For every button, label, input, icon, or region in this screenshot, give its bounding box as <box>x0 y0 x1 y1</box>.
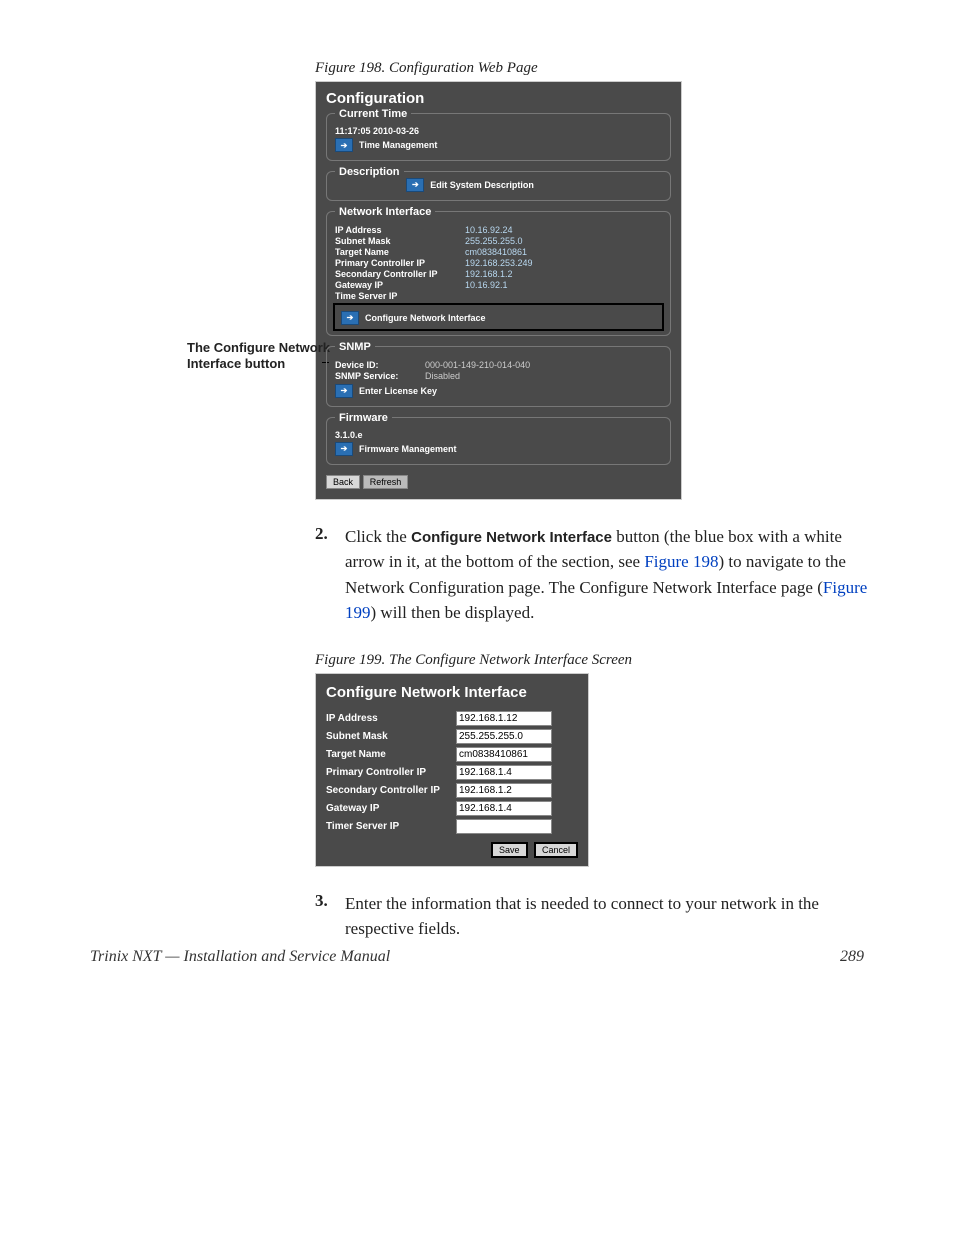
cni-target-label: Target Name <box>326 749 456 760</box>
ip-address-value: 10.16.92.24 <box>465 225 513 235</box>
step-3-text: Enter the information that is needed to … <box>345 891 875 942</box>
figure-199-screenshot: Configure Network Interface IP Address S… <box>315 673 589 867</box>
snmp-section: SNMP Device ID:000-001-149-210-014-040 S… <box>326 346 671 407</box>
primary-controller-label: Primary Controller IP <box>335 258 455 268</box>
configure-network-title: Configure Network Interface <box>326 684 578 701</box>
figure-198-link[interactable]: Figure 198 <box>644 552 718 571</box>
network-interface-legend: Network Interface <box>335 206 435 218</box>
page-number: 289 <box>840 948 864 966</box>
device-id-value: 000-001-149-210-014-040 <box>425 360 530 370</box>
edit-description-button[interactable]: Edit System Description <box>406 178 534 192</box>
ip-address-label: IP Address <box>335 225 455 235</box>
figure-199-caption: Figure 199. The Configure Network Interf… <box>315 652 864 669</box>
enter-license-key-label: Enter License Key <box>359 386 437 396</box>
firmware-legend: Firmware <box>335 412 392 424</box>
secondary-controller-label: Secondary Controller IP <box>335 269 455 279</box>
cni-ip-label: IP Address <box>326 713 456 724</box>
snmp-service-label: SNMP Service: <box>335 371 415 381</box>
cni-secondary-input[interactable] <box>456 783 552 798</box>
arrow-icon <box>341 311 359 325</box>
step-2: 2. Click the Configure Network Interface… <box>315 524 875 626</box>
step-3-number: 3. <box>315 891 345 942</box>
cni-timer-label: Timer Server IP <box>326 821 456 832</box>
firmware-management-button[interactable]: Firmware Management <box>335 442 457 456</box>
time-management-button[interactable]: Time Management <box>335 138 437 152</box>
firmware-version: 3.1.0.e <box>335 430 662 440</box>
enter-license-key-button[interactable]: Enter License Key <box>335 384 437 398</box>
cni-gateway-input[interactable] <box>456 801 552 816</box>
back-button[interactable]: Back <box>326 475 360 489</box>
description-legend: Description <box>335 166 404 178</box>
cni-subnet-input[interactable] <box>456 729 552 744</box>
cancel-button[interactable]: Cancel <box>534 842 578 858</box>
cni-primary-input[interactable] <box>456 765 552 780</box>
figure-198-caption: Figure 198. Configuration Web Page <box>315 60 864 77</box>
target-name-label: Target Name <box>335 247 455 257</box>
cni-timer-input[interactable] <box>456 819 552 834</box>
current-time-section: Current Time 11:17:05 2010-03-26 Time Ma… <box>326 113 671 161</box>
time-management-label: Time Management <box>359 140 437 150</box>
description-section: Description Edit System Description <box>326 171 671 201</box>
edit-description-label: Edit System Description <box>430 180 534 190</box>
step-2-number: 2. <box>315 524 345 626</box>
gateway-ip-value: 10.16.92.1 <box>465 280 508 290</box>
firmware-management-label: Firmware Management <box>359 444 457 454</box>
snmp-service-value: Disabled <box>425 371 460 381</box>
callout-configure-network: The Configure Network Interface button <box>187 340 337 374</box>
cni-ip-input[interactable] <box>456 711 552 726</box>
step-2-text: Click the Configure Network Interface bu… <box>345 524 875 626</box>
arrow-icon <box>406 178 424 192</box>
step-3: 3. Enter the information that is needed … <box>315 891 875 942</box>
current-time-legend: Current Time <box>335 108 411 120</box>
cni-gateway-label: Gateway IP <box>326 803 456 814</box>
arrow-icon <box>335 442 353 456</box>
arrow-icon <box>335 384 353 398</box>
config-page-title: Configuration <box>326 90 671 107</box>
firmware-section: Firmware 3.1.0.e Firmware Management <box>326 417 671 465</box>
configure-network-highlight: Configure Network Interface <box>333 303 664 331</box>
network-interface-section: Network Interface IP Address10.16.92.24 … <box>326 211 671 336</box>
arrow-icon <box>335 138 353 152</box>
cni-primary-label: Primary Controller IP <box>326 767 456 778</box>
time-server-label: Time Server IP <box>335 291 455 299</box>
configure-network-interface-button[interactable]: Configure Network Interface <box>341 311 486 325</box>
subnet-mask-label: Subnet Mask <box>335 236 455 246</box>
primary-controller-value: 192.168.253.249 <box>465 258 533 268</box>
refresh-button[interactable]: Refresh <box>363 475 409 489</box>
figure-198-screenshot: Configuration Current Time 11:17:05 2010… <box>315 81 682 500</box>
subnet-mask-value: 255.255.255.0 <box>465 236 523 246</box>
configure-network-interface-label: Configure Network Interface <box>365 313 486 323</box>
save-button[interactable]: Save <box>491 842 528 858</box>
footer-title: Trinix NXT — Installation and Service Ma… <box>90 948 390 966</box>
cni-secondary-label: Secondary Controller IP <box>326 785 456 796</box>
cni-subnet-label: Subnet Mask <box>326 731 456 742</box>
current-time-value: 11:17:05 2010-03-26 <box>335 126 662 136</box>
snmp-legend: SNMP <box>335 341 375 353</box>
cni-target-input[interactable] <box>456 747 552 762</box>
target-name-value: cm0838410861 <box>465 247 527 257</box>
device-id-label: Device ID: <box>335 360 415 370</box>
page-footer: Trinix NXT — Installation and Service Ma… <box>90 948 864 966</box>
gateway-ip-label: Gateway IP <box>335 280 455 290</box>
secondary-controller-value: 192.168.1.2 <box>465 269 513 279</box>
